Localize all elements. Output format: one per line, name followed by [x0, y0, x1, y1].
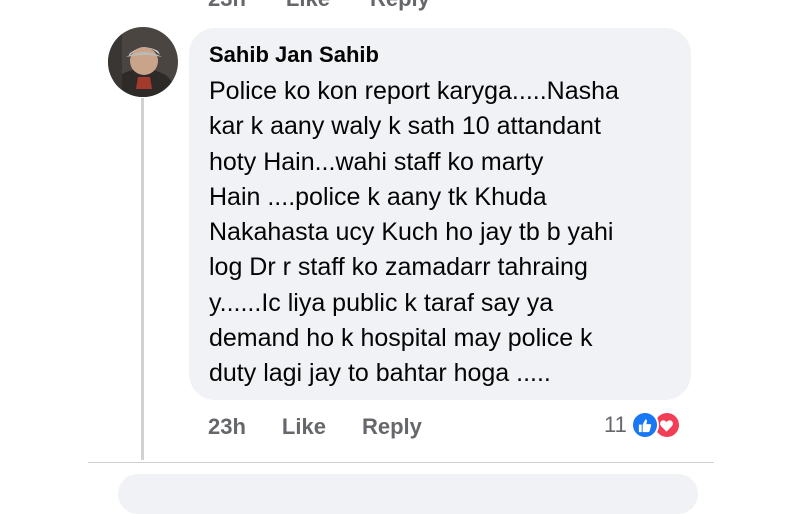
comment-text-line: Police ko kon report karyga.....Nasha [209, 77, 619, 105]
comment-text-line: Hain ....police k aany tk Khuda [209, 182, 547, 211]
comment-text-line: Nakahasta ucy Kuch ho jay tb b yahi [209, 218, 614, 247]
avatar[interactable] [108, 27, 178, 97]
reactions-summary[interactable]: 11 [604, 411, 681, 439]
reply-thread-line [141, 98, 144, 460]
like-button[interactable]: Like [282, 414, 326, 440]
next-comment-bubble [118, 474, 698, 514]
comment-text-line: demand ho k hospital may police k [209, 324, 593, 353]
previous-comment-like-link[interactable]: Like [286, 0, 330, 12]
like-icon [630, 411, 659, 439]
comment-text-line: log Dr r staff ko zamadarr tahraing [209, 253, 588, 282]
previous-comment-actions: 23h Like Reply [208, 0, 430, 12]
avatar-image [108, 27, 178, 97]
comment-divider [88, 462, 714, 463]
reaction-count: 11 [604, 412, 627, 437]
reply-button[interactable]: Reply [362, 414, 422, 440]
comment-text: Police ko kon report karyga.....Nasha ka… [209, 74, 671, 392]
previous-comment-timestamp[interactable]: 23h [208, 0, 246, 12]
comment-actions: 23h Like Reply [208, 414, 422, 440]
comment-text-line: duty lagi jay to bahtar hoga ..... [209, 359, 551, 388]
comment-text-line: hoty Hain...wahi staff ko marty [209, 147, 544, 176]
comment-text-line: kar k aany waly k sath 10 attandant [209, 112, 601, 141]
comment-text-line: y......Ic liya public k taraf say ya [209, 288, 554, 317]
previous-comment-reply-link[interactable]: Reply [370, 0, 430, 12]
comment-timestamp[interactable]: 23h [208, 414, 246, 440]
comment-author[interactable]: Sahib Jan Sahib [209, 40, 671, 70]
comment-bubble: Sahib Jan Sahib Police ko kon report kar… [189, 28, 691, 400]
